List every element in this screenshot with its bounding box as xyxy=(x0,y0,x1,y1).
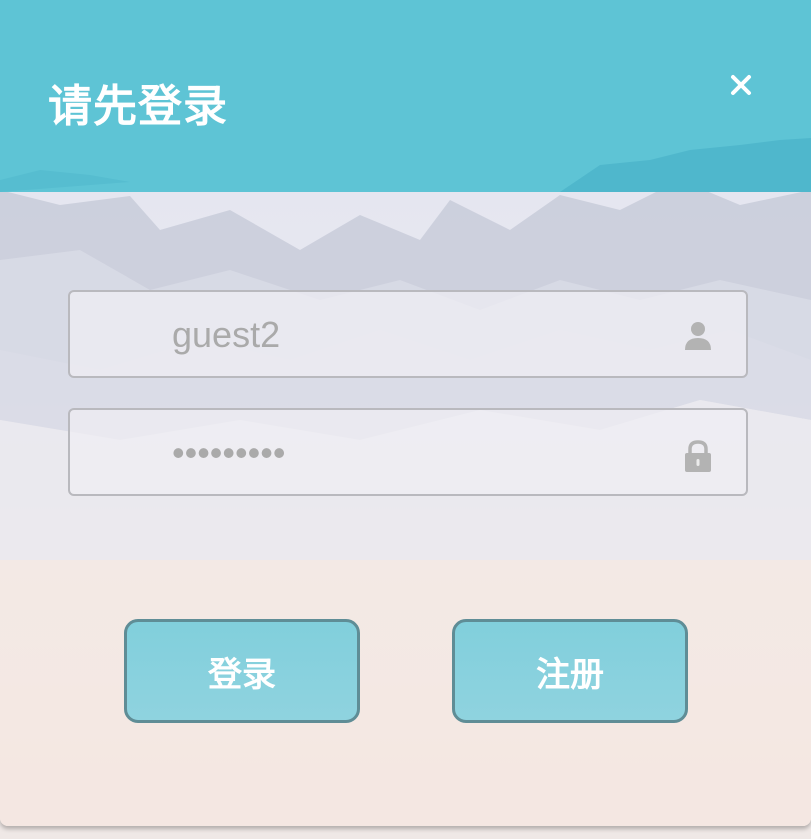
register-button[interactable]: 注册 xyxy=(452,619,688,723)
dialog-title: 请先登录 xyxy=(48,81,228,132)
user-icon xyxy=(685,322,711,350)
password-input[interactable] xyxy=(170,410,674,496)
username-input[interactable] xyxy=(170,292,674,378)
login-button[interactable]: 登录 xyxy=(124,619,360,723)
lock-icon xyxy=(685,440,711,472)
password-field xyxy=(68,408,748,496)
close-icon xyxy=(731,75,751,95)
login-dialog: 请先登录 登录 注册 xyxy=(0,0,811,826)
username-field xyxy=(68,290,748,378)
close-button[interactable] xyxy=(724,68,758,102)
dialog-header: 请先登录 xyxy=(0,0,811,192)
